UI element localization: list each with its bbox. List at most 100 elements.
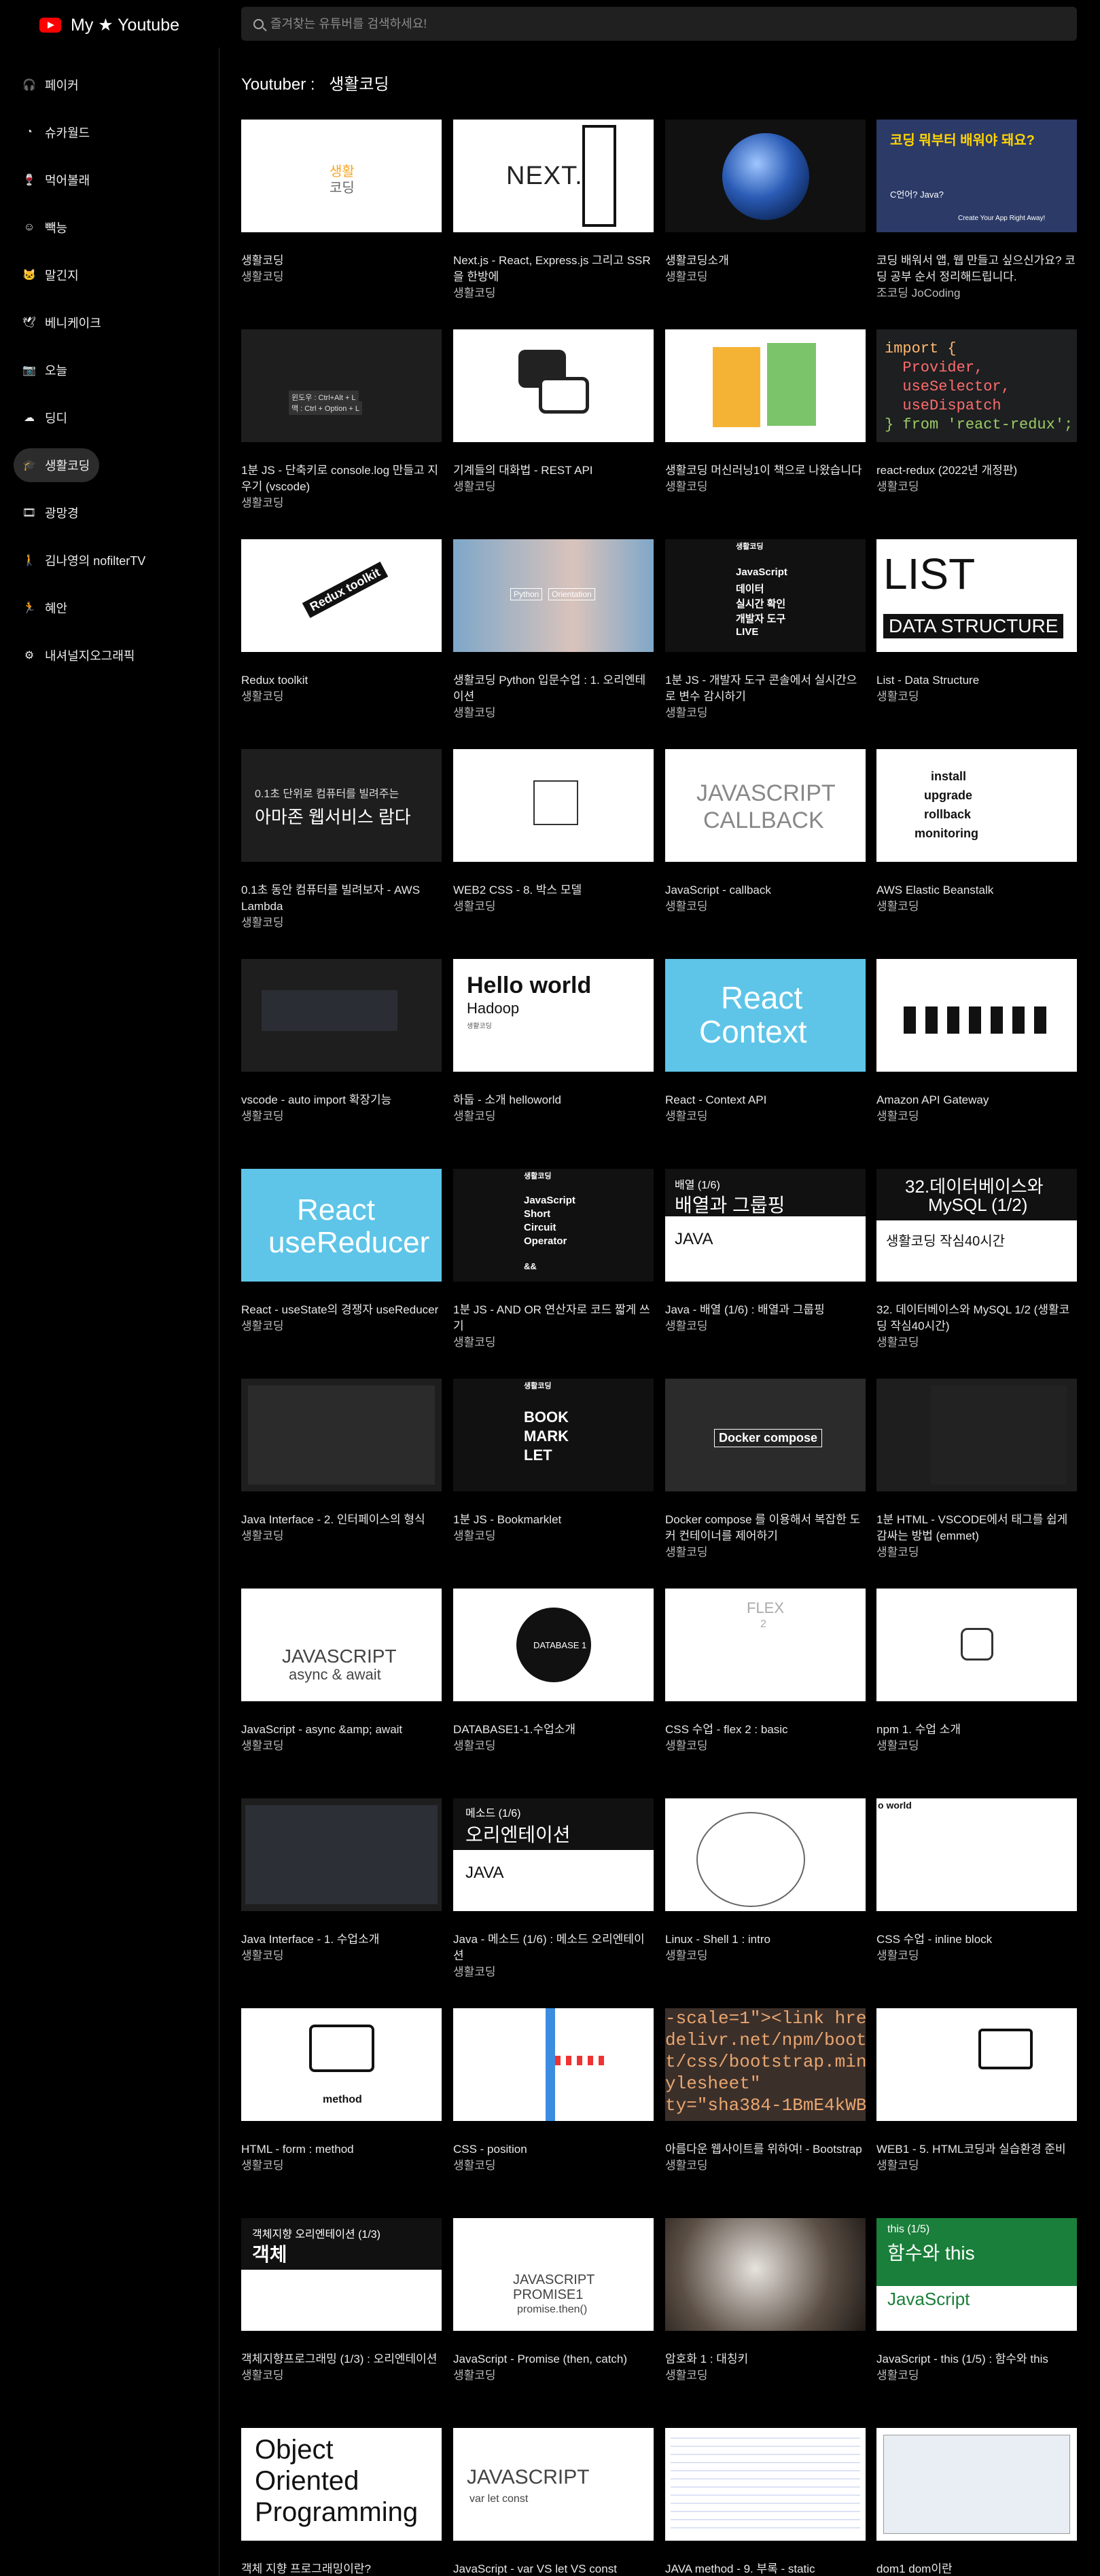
video-channel[interactable]: 생활코딩	[453, 899, 654, 915]
video-card[interactable]: 기계들의 대화법 - REST API 생활코딩	[453, 329, 654, 495]
video-title[interactable]: JavaScript - callback	[665, 882, 866, 899]
video-channel[interactable]: 생활코딩	[453, 1335, 654, 1351]
video-card[interactable]: 32.데이터베이스와 MySQL (1/2) 생활코딩 작심40시간 32. 데이터베…	[876, 1169, 1077, 1351]
video-channel[interactable]: 생활코딩	[453, 1108, 654, 1125]
video-title[interactable]: JavaScript - this (1/5) : 함수와 this	[876, 2351, 1077, 2368]
video-card[interactable]: 윈도우 : Ctrl+Alt + L맥 : Ctrl + Option + L 1…	[241, 329, 442, 511]
video-channel[interactable]: 생활코딩	[665, 1738, 866, 1754]
video-channel[interactable]: 생활코딩	[453, 1528, 654, 1544]
video-title[interactable]: 하둡 - 소개 helloworld	[453, 1092, 654, 1108]
video-channel[interactable]: 생활코딩	[241, 1948, 442, 1964]
video-title[interactable]: 0.1초 동안 컴퓨터를 빌려보자 - AWS Lambda	[241, 882, 442, 915]
video-title[interactable]: react-redux (2022년 개정판)	[876, 462, 1077, 479]
video-title[interactable]: Java Interface - 1. 수업소개	[241, 1931, 442, 1948]
video-channel[interactable]: 생활코딩	[241, 269, 442, 285]
video-card[interactable]: 생활코딩 JavaScript 데이터 실시간 확인 개발자 도구 LIVE 1분 JS -…	[665, 539, 866, 721]
video-thumbnail[interactable]: Python Orientation	[453, 539, 654, 652]
video-thumbnail[interactable]: FLEX 2	[665, 1589, 866, 1701]
video-thumbnail[interactable]: 코딩 뭐부터 배워야 돼요? C언어? Java? Create Your App …	[876, 120, 1077, 232]
video-card[interactable]: 암호화 1 : 대칭키 생활코딩	[665, 2218, 866, 2384]
video-card[interactable]: JAVASCRIPT var let const JavaScript - var …	[453, 2428, 654, 2576]
video-channel[interactable]: 생활코딩	[241, 1738, 442, 1754]
video-channel[interactable]: 생활코딩	[876, 2368, 1077, 2384]
video-channel[interactable]: 생활코딩	[876, 899, 1077, 915]
sidebar-item[interactable]: ⚙ 내셔널지오그래픽	[14, 638, 144, 672]
video-thumbnail[interactable]	[665, 2428, 866, 2541]
video-thumbnail[interactable]: 윈도우 : Ctrl+Alt + L맥 : Ctrl + Option + L	[241, 329, 442, 442]
video-card[interactable]: 코딩 뭐부터 배워야 돼요? C언어? Java? Create Your App …	[876, 120, 1077, 302]
video-channel[interactable]: 생활코딩	[453, 2368, 654, 2384]
sidebar-item[interactable]: 🎓 생활코딩	[14, 448, 100, 482]
video-card[interactable]: npm 1. 수업 소개 생활코딩	[876, 1589, 1077, 1754]
sidebar-item[interactable]: 🕊 베니케이크	[14, 306, 111, 340]
video-thumbnail[interactable]: -scale=1"><link href delivr.net/npm/boots…	[665, 2008, 866, 2121]
video-card[interactable]: JAVASCRIPT CALLBACK JavaScript - callback 생…	[665, 749, 866, 915]
video-title[interactable]: 생활코딩 머신러닝1이 책으로 나왔습니다	[665, 462, 866, 479]
video-thumbnail[interactable]	[665, 1798, 866, 1911]
video-channel[interactable]: 생활코딩	[453, 1738, 654, 1754]
video-channel[interactable]: 생활코딩	[665, 479, 866, 495]
video-title[interactable]: 기계들의 대화법 - REST API	[453, 462, 654, 479]
sidebar-item[interactable]: 🐱 말긴지	[14, 258, 88, 292]
video-thumbnail[interactable]: 생활코딩 BOOK MARK LET	[453, 1379, 654, 1491]
video-channel[interactable]: 생활코딩	[876, 1738, 1077, 1754]
video-channel[interactable]: 조코딩 JoCoding	[876, 285, 1077, 302]
video-title[interactable]: DATABASE1-1.수업소개	[453, 1722, 654, 1738]
video-channel[interactable]: 생활코딩	[241, 2368, 442, 2384]
sidebar-item[interactable]: 🎞 광망경	[14, 496, 88, 530]
video-channel[interactable]: 생활코딩	[453, 1964, 654, 1980]
video-thumbnail[interactable]: 생활 코딩	[241, 120, 442, 232]
video-channel[interactable]: 생활코딩	[876, 479, 1077, 495]
video-channel[interactable]: 생활코딩	[876, 1335, 1077, 1351]
video-card[interactable]: Docker compose Docker compose 를 이용해서 복잡한 …	[665, 1379, 866, 1561]
video-title[interactable]: 32. 데이터베이스와 MySQL 1/2 (생활코딩 작심40시간)	[876, 1302, 1077, 1335]
video-card[interactable]: 0.1초 단위로 컴퓨터를 빌려주는 아마존 웹서비스 람다 0.1초 동안 컴퓨터…	[241, 749, 442, 931]
video-card[interactable]: React Context React - Context API 생활코딩	[665, 959, 866, 1125]
video-card[interactable]: 생활 코딩 생활코딩 생활코딩	[241, 120, 442, 285]
video-channel[interactable]: 생활코딩	[665, 1108, 866, 1125]
video-card[interactable]: vscode - auto import 확장기능 생활코딩	[241, 959, 442, 1125]
video-thumbnail[interactable]: 0.1초 단위로 컴퓨터를 빌려주는 아마존 웹서비스 람다	[241, 749, 442, 862]
video-card[interactable]: React useReducer React - useState의 경쟁자 use…	[241, 1169, 442, 1335]
video-thumbnail[interactable]	[241, 1798, 442, 1911]
video-channel[interactable]: 생활코딩	[665, 2158, 866, 2174]
video-title[interactable]: 1분 JS - 단축키로 console.log 만들고 지우기 (vscode…	[241, 462, 442, 495]
video-title[interactable]: 코딩 배워서 앱, 웹 만들고 싶으신가요? 코딩 공부 순서 정리해드립니다.	[876, 253, 1077, 285]
video-card[interactable]: JAVASCRIPT async & await JavaScript - asyn…	[241, 1589, 442, 1754]
video-card[interactable]: 생활코딩 머신러닝1이 책으로 나왔습니다 생활코딩	[665, 329, 866, 495]
search-input[interactable]	[270, 16, 1052, 31]
video-card[interactable]: method HTML - form : method 생활코딩	[241, 2008, 442, 2174]
video-channel[interactable]: 생활코딩	[876, 1948, 1077, 1964]
video-thumbnail[interactable]: LIST DATA STRUCTURE	[876, 539, 1077, 652]
video-title[interactable]: List - Data Structure	[876, 672, 1077, 689]
video-card[interactable]: dom1 dom이란생활코딩	[876, 2428, 1077, 2576]
video-channel[interactable]: 생활코딩	[241, 915, 442, 931]
video-title[interactable]: CSS 수업 - inline block	[876, 1931, 1077, 1948]
video-title[interactable]: Next.js - React, Express.js 그리고 SSR을 한방에	[453, 253, 654, 285]
video-title[interactable]: Java - 메소드 (1/6) : 메소드 오리엔테이션	[453, 1931, 654, 1964]
video-title[interactable]: WEB2 CSS - 8. 박스 모델	[453, 882, 654, 899]
video-thumbnail[interactable]: JAVASCRIPT CALLBACK	[665, 749, 866, 862]
sidebar-item[interactable]: ☺ 빽능	[14, 211, 77, 244]
sidebar-item[interactable]: 🍷 먹어볼래	[14, 163, 99, 197]
video-channel[interactable]: 생활코딩	[241, 689, 442, 705]
video-channel[interactable]: 생활코딩	[665, 269, 866, 285]
video-thumbnail[interactable]: Docker compose	[665, 1379, 866, 1491]
sidebar-item[interactable]: ☁ 딩디	[14, 401, 77, 435]
video-thumbnail[interactable]: this (1/5) 함수와 this JavaScript	[876, 2218, 1077, 2331]
video-channel[interactable]: 생활코딩	[241, 1108, 442, 1125]
sidebar-item[interactable]: 🏃 혜안	[14, 591, 77, 625]
video-thumbnail[interactable]	[241, 1379, 442, 1491]
video-title[interactable]: Amazon API Gateway	[876, 1092, 1077, 1108]
video-thumbnail[interactable]	[876, 1379, 1077, 1491]
video-card[interactable]: 메소드 (1/6) 오리엔테이션 JAVA Java - 메소드 (1/6) : 메소…	[453, 1798, 654, 1980]
video-title[interactable]: 생활코딩소개	[665, 253, 866, 269]
video-thumbnail[interactable]	[453, 2008, 654, 2121]
video-thumbnail[interactable]: JAVASCRIPT async & await	[241, 1589, 442, 1701]
video-title[interactable]: CSS 수업 - flex 2 : basic	[665, 1722, 866, 1738]
video-title[interactable]: WEB1 - 5. HTML코딩과 실습환경 준비	[876, 2141, 1077, 2158]
sidebar-item[interactable]: 🎧 페이커	[14, 68, 88, 102]
sidebar-item[interactable]: 🚶 김나영의 nofilterTV	[14, 543, 155, 577]
video-card[interactable]: Amazon API Gateway 생활코딩	[876, 959, 1077, 1125]
video-card[interactable]: Redux toolkit Redux toolkit 생활코딩	[241, 539, 442, 705]
